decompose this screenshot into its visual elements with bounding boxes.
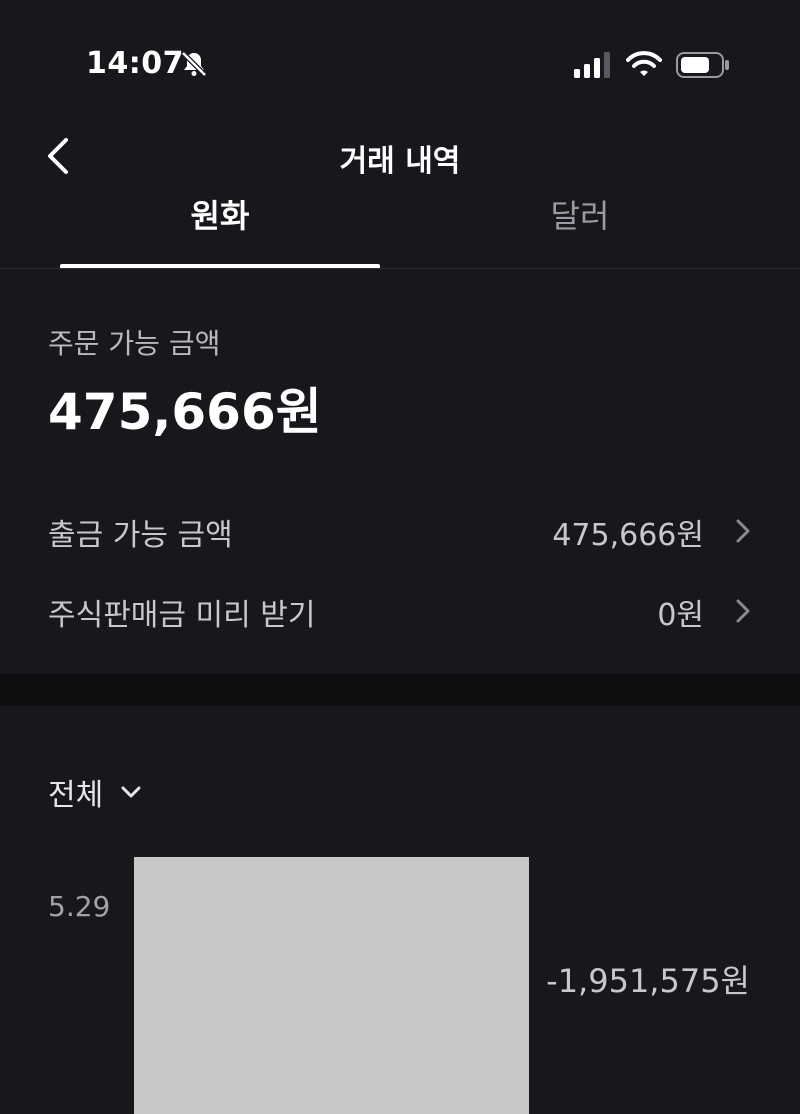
status-time: 14:07	[86, 46, 184, 81]
status-bar: 14:07	[0, 0, 800, 130]
transaction-filter-dropdown[interactable]: 전체	[48, 770, 142, 814]
advance-stock-proceeds-label: 주식판매금 미리 받기	[48, 598, 316, 633]
orderable-amount-value: 475,666원	[48, 383, 322, 441]
transaction-thumbnail[interactable]	[134, 857, 529, 1114]
advance-stock-proceeds-value: 0원	[657, 598, 704, 633]
tab-won[interactable]: 원화	[60, 190, 380, 268]
signal-icon	[574, 52, 610, 78]
tab-divider	[0, 268, 800, 269]
withdrawable-amount-row[interactable]: 출금 가능 금액 475,666원	[0, 502, 800, 558]
transaction-date: 5.29	[48, 890, 111, 923]
orderable-amount-label: 주문 가능 금액	[48, 327, 221, 360]
advance-stock-proceeds-row[interactable]: 주식판매금 미리 받기 0원	[0, 582, 800, 638]
chevron-right-icon	[736, 519, 750, 543]
wifi-icon	[626, 51, 662, 76]
section-separator	[0, 674, 800, 706]
tab-dollar[interactable]: 달러	[420, 190, 740, 268]
filter-label: 전체	[48, 778, 104, 813]
battery-icon	[676, 52, 729, 78]
withdrawable-amount-label: 출금 가능 금액	[48, 518, 233, 553]
transaction-amount: -1,951,575원	[546, 962, 750, 1000]
currency-tabs: 원화 달러	[0, 190, 800, 270]
chevron-down-icon	[121, 786, 141, 798]
page-title: 거래 내역	[339, 144, 461, 179]
chevron-right-icon	[736, 599, 750, 623]
bell-muted-icon	[181, 51, 207, 77]
withdrawable-amount-value: 475,666원	[552, 518, 704, 553]
